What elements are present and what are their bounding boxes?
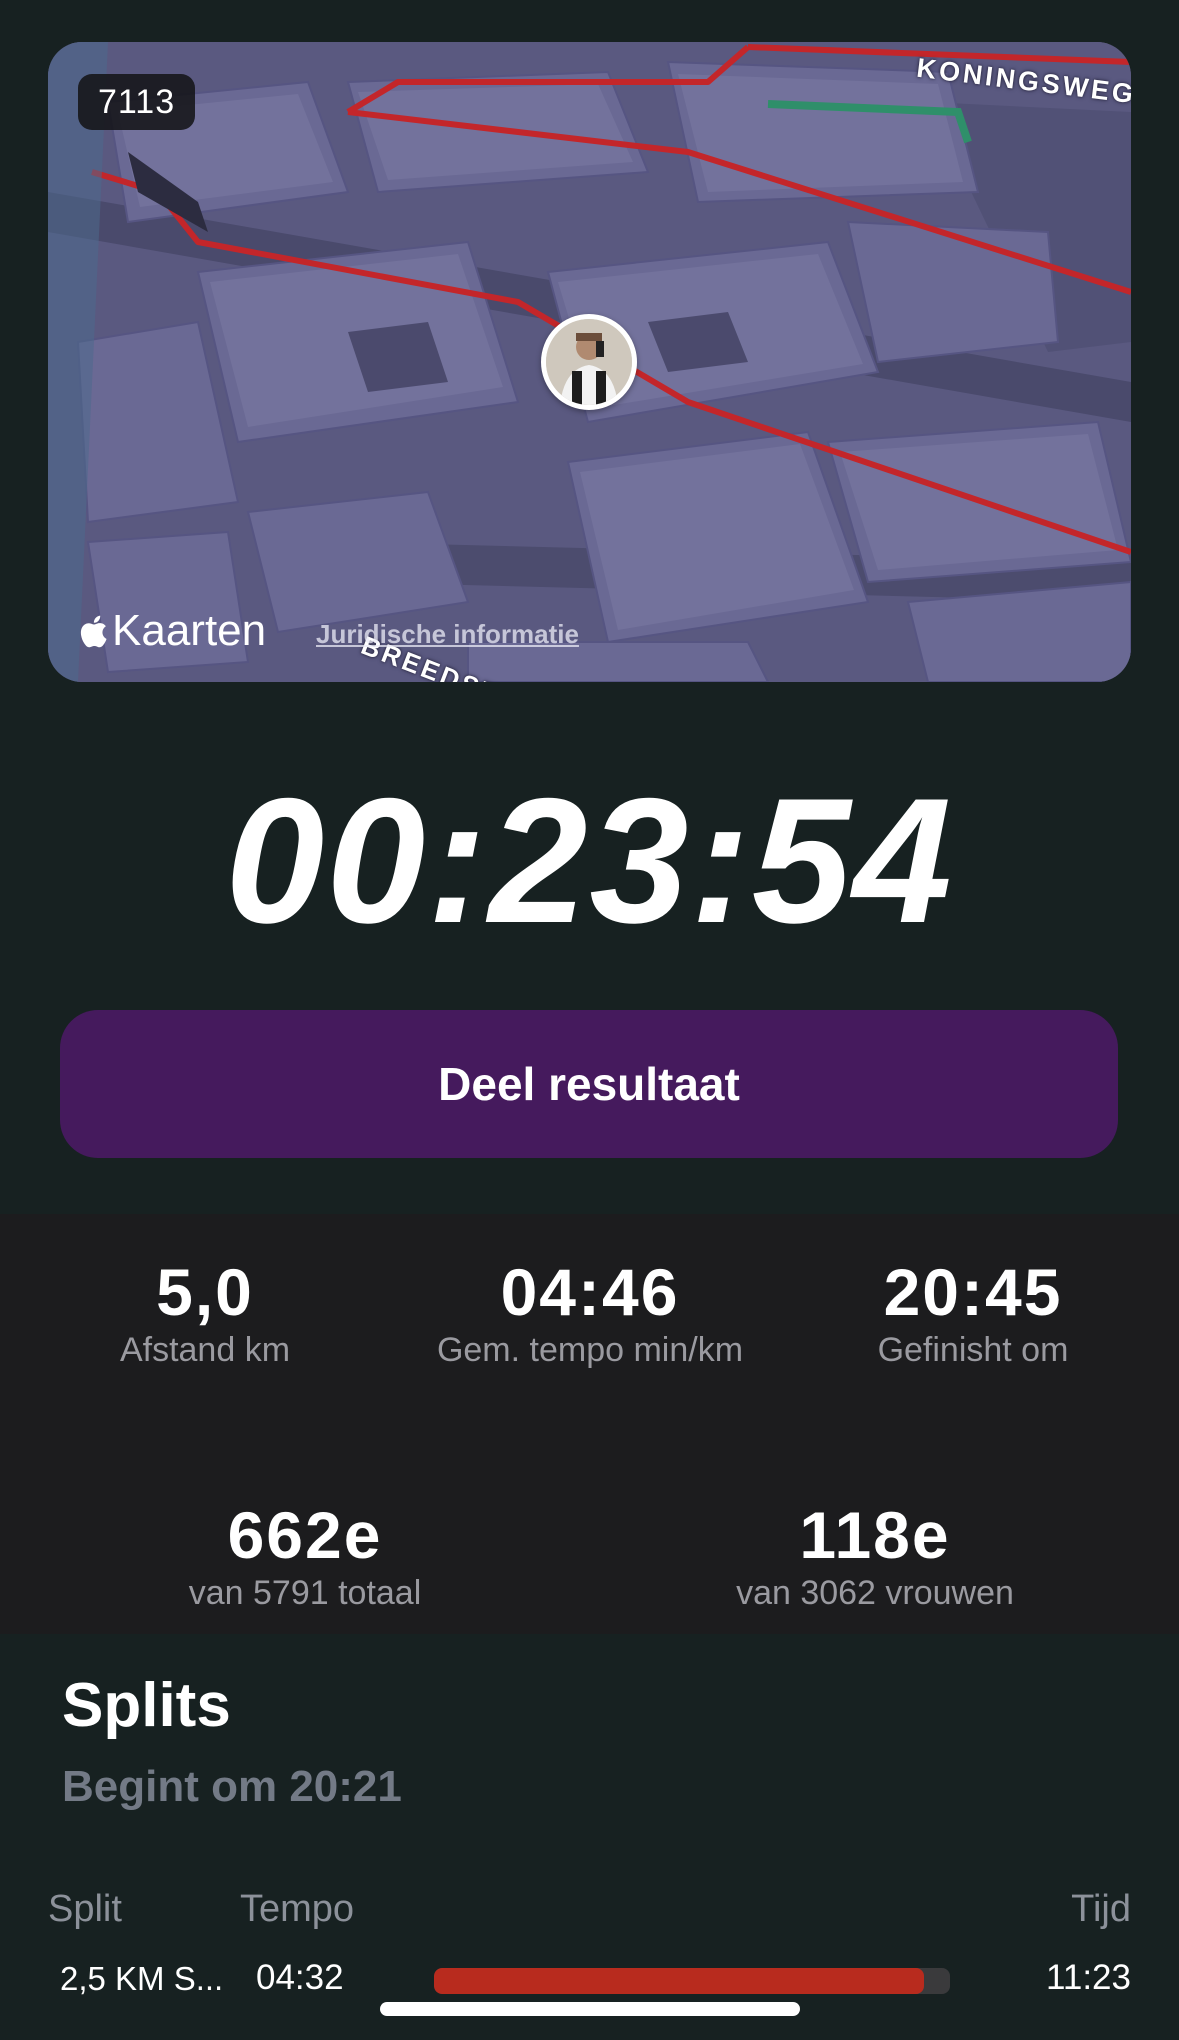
split-pace-bar-fill: [434, 1968, 925, 1994]
split-name: 2,5 KM S...: [60, 1960, 224, 1997]
splits-title: Splits: [62, 1671, 231, 1740]
stats-panel: 5,0 Afstand km 04:46 Gem. tempo min/km 2…: [0, 1214, 1179, 1634]
split-tempo: 04:32: [256, 1958, 344, 1997]
stat-women-rank: 118e van 3062 vrouwen: [700, 1499, 1050, 1613]
split-time: 11:23: [1046, 1958, 1131, 1997]
stat-distance-value: 5,0: [156, 1255, 254, 1329]
apple-icon: [80, 615, 107, 648]
stat-distance: 5,0 Afstand km: [60, 1256, 350, 1370]
home-indicator[interactable]: [380, 2002, 800, 2016]
stat-women-rank-value: 118e: [799, 1498, 951, 1572]
stat-pace: 04:46 Gem. tempo min/km: [400, 1256, 780, 1370]
stat-finished: 20:45 Gefinisht om: [833, 1256, 1113, 1370]
maps-brand-label: Kaarten: [112, 606, 267, 655]
stat-finished-value: 20:45: [883, 1255, 1063, 1329]
bib-number-badge: 7113: [78, 74, 196, 130]
stat-pace-label: Gem. tempo min/km: [436, 1331, 744, 1369]
apple-maps-logo: Kaarten: [78, 606, 266, 656]
stat-pace-value: 04:46: [500, 1255, 680, 1329]
stat-overall-rank-label: van 5791 totaal: [188, 1574, 422, 1612]
stat-overall-rank-value: 662e: [227, 1498, 383, 1572]
split-row[interactable]: 2,5 KM S... 04:32 11:23: [0, 1956, 1179, 2006]
avatar: [541, 314, 637, 410]
column-header-split: Split: [48, 1888, 122, 1930]
stat-overall-rank: 662e van 5791 totaal: [150, 1499, 460, 1613]
stat-distance-label: Afstand km: [119, 1331, 291, 1369]
legal-info-link[interactable]: Juridische informatie: [316, 619, 579, 650]
finish-time: 00:23:54: [225, 761, 954, 960]
profile-photo-icon: [546, 319, 632, 405]
column-header-time: Tijd: [1071, 1888, 1131, 1930]
route-map[interactable]: 7113 KONINGSWEG BREEDSTRAAT Kaarten Juri…: [48, 42, 1131, 682]
share-result-button[interactable]: Deel resultaat: [60, 1010, 1118, 1158]
stat-finished-label: Gefinisht om: [877, 1331, 1069, 1369]
column-header-tempo: Tempo: [240, 1888, 355, 1930]
split-pace-bar: [434, 1968, 950, 1994]
stat-women-rank-label: van 3062 vrouwen: [736, 1574, 1014, 1612]
splits-start-time: Begint om 20:21: [62, 1762, 402, 1811]
